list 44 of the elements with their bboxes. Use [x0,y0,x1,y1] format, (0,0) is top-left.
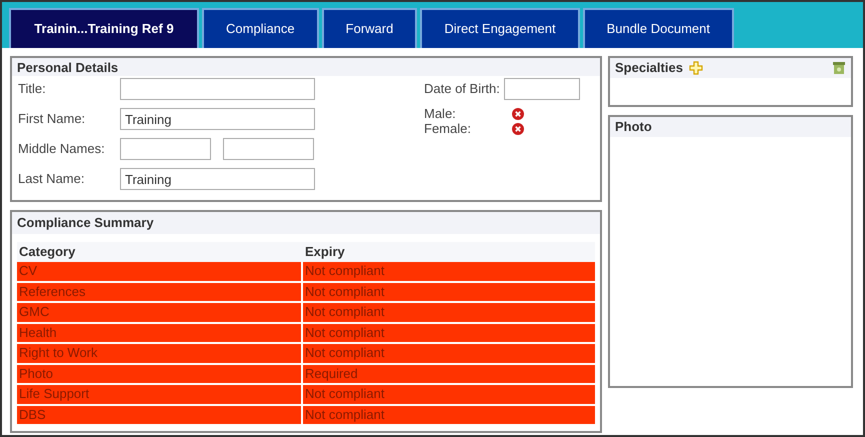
panel-title: Personal Details [12,58,600,76]
tab[interactable]: Forward [322,8,418,48]
x-circle-icon [512,122,524,134]
tab[interactable]: Bundle Document [582,8,734,48]
panel-title: Photo [610,117,851,137]
text-field[interactable] [120,138,211,160]
tab[interactable]: Compliance [202,8,319,48]
text-field[interactable] [504,78,580,100]
field-label: Female: [424,121,472,136]
field-label: Middle Names: [18,140,106,158]
table-cell: Not compliant [303,385,595,404]
table-cell: Health [17,324,301,342]
field-label: Date of Birth: [424,80,500,98]
panel-title: Compliance Summary [12,212,600,234]
table-cell: Right to Work [17,344,301,362]
table-cell: Not compliant [303,303,595,322]
field-label: Title: [18,80,47,98]
panel-title: Specialties [615,59,683,78]
text-field[interactable] [120,78,315,100]
table-cell: References [17,282,301,301]
x-circle-icon [512,108,524,120]
add-icon[interactable] [688,61,703,75]
table-cell: CV [17,262,301,280]
table-cell: DBS [17,406,301,424]
table-cell: Life Support [17,385,301,404]
table-cell: GMC [17,303,301,322]
table-cell: Not compliant [303,324,595,342]
table-cell: Not compliant [303,344,595,362]
bin-icon[interactable] [832,61,846,75]
table-cell: Not compliant [303,406,595,424]
tab[interactable]: Trainin...Training Ref 9 [9,8,199,48]
text-field[interactable] [223,138,314,160]
field-label: First Name: [18,110,86,128]
table-cell: Required [303,364,595,383]
text-field[interactable]: Training [120,168,315,190]
table-cell: Not compliant [303,262,595,280]
table-cell: Photo [17,364,301,383]
field-label: Male: [424,106,457,121]
tab[interactable]: Direct Engagement [420,8,580,48]
column-header: Category [18,243,76,261]
column-header: Expiry [304,243,346,261]
text-field[interactable]: Training [120,108,315,130]
table-cell: Not compliant [303,282,595,301]
field-label: Last Name: [18,170,86,188]
